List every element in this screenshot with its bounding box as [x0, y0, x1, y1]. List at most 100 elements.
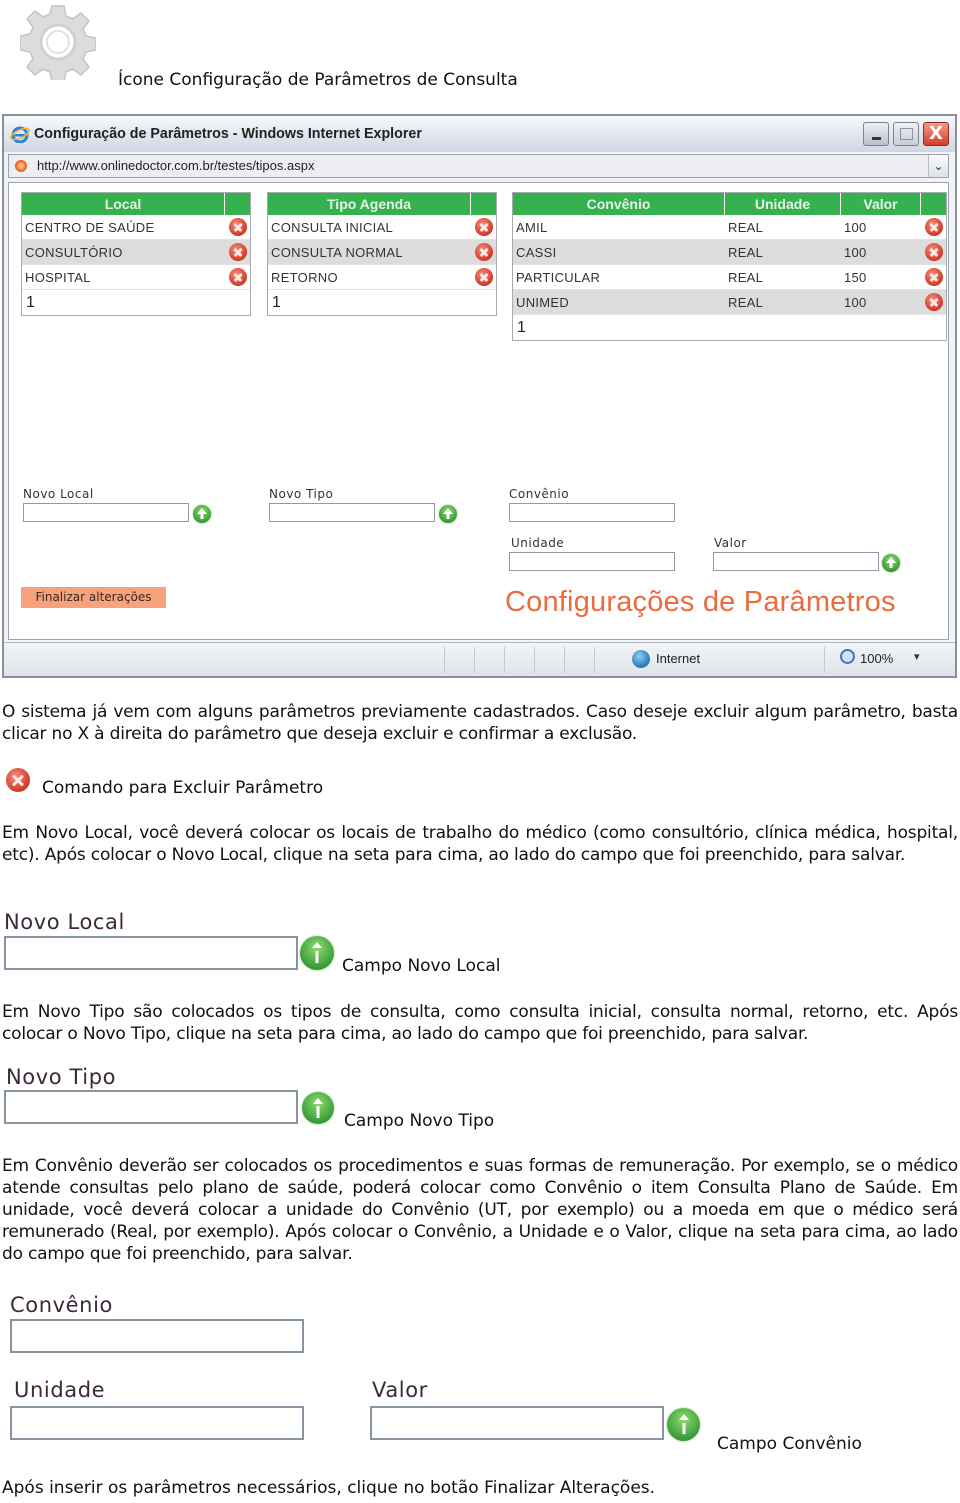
cell-unidade: REAL: [728, 219, 764, 235]
delete-icon[interactable]: [474, 268, 493, 286]
sample-valor-input: [370, 1406, 664, 1440]
valor-label: Valor: [714, 536, 747, 550]
novo-local-label: Novo Local: [23, 487, 94, 501]
cell-convenio: CASSI: [516, 244, 557, 260]
cell-unidade: REAL: [728, 294, 764, 310]
table-row: PARTICULAR REAL 150: [513, 265, 946, 290]
cell-convenio: AMIL: [516, 219, 548, 235]
unidade-input[interactable]: [509, 552, 675, 571]
novo-tipo-caption: Campo Novo Tipo: [344, 1111, 495, 1131]
brand-title: Configurações de Parâmetros: [505, 586, 896, 618]
table-row: HOSPITAL: [22, 265, 250, 290]
browser-window: Configuração de Parâmetros - Windows Int…: [2, 114, 957, 678]
cell-valor: 100: [844, 244, 867, 260]
save-local-arrow-up-icon[interactable]: [193, 505, 211, 523]
convenio-caption: Campo Convênio: [717, 1434, 862, 1454]
cell-convenio: PARTICULAR: [516, 269, 601, 285]
local-grid-header: Local: [22, 193, 250, 215]
paragraph-intro: O sistema já vem com alguns parâmetros p…: [2, 702, 958, 744]
arrow-up-icon: [667, 1408, 700, 1441]
address-url[interactable]: http://www.onlinedoctor.com.br/testes/ti…: [37, 158, 314, 173]
delete-icon[interactable]: [924, 218, 943, 236]
address-bar[interactable]: http://www.onlinedoctor.com.br/testes/ti…: [8, 154, 949, 178]
delete-icon[interactable]: [228, 268, 247, 286]
pager-link[interactable]: 1: [22, 290, 250, 315]
delete-icon[interactable]: [924, 243, 943, 261]
cell-local: CONSULTÓRIO: [25, 244, 123, 260]
save-tipo-arrow-up-icon[interactable]: [439, 505, 457, 523]
delete-icon[interactable]: [474, 218, 493, 236]
tipo-grid-header: Tipo Agenda: [268, 193, 496, 215]
tipo-grid: Tipo Agenda CONSULTA INICIAL CONSULTA NO…: [267, 192, 497, 316]
table-row: AMIL REAL 100: [513, 215, 946, 240]
col-header-tipo[interactable]: Tipo Agenda: [268, 193, 471, 215]
convenio-grid-header: Convênio Unidade Valor: [513, 193, 946, 215]
arrow-up-icon: [302, 1092, 334, 1124]
convenio-input[interactable]: [509, 503, 675, 522]
gear-icon-caption: Ícone Configuração de Parâmetros de Cons…: [118, 70, 518, 90]
cell-unidade: REAL: [728, 244, 764, 260]
col-header-valor[interactable]: Valor: [841, 193, 921, 215]
paragraph-finalize: Após inserir os parâmetros necessários, …: [2, 1478, 656, 1498]
cell-valor: 100: [844, 294, 867, 310]
zoom-dropdown-icon[interactable]: ▾: [914, 650, 920, 663]
paragraph-novo-local: Em Novo Local, você deverá colocar os lo…: [2, 823, 958, 865]
sample-convenio-input: [10, 1319, 304, 1353]
table-row: CENTRO DE SAÚDE: [22, 215, 250, 240]
pager-link[interactable]: 1: [513, 315, 946, 340]
novo-local-caption: Campo Novo Local: [342, 956, 501, 976]
table-row: UNIMED REAL 100: [513, 290, 946, 315]
address-dropdown-button[interactable]: ⌄: [928, 155, 948, 177]
col-header-local[interactable]: Local: [22, 193, 225, 215]
minimize-icon: [872, 137, 881, 140]
cell-convenio: UNIMED: [516, 294, 570, 310]
novo-local-input[interactable]: [23, 503, 189, 522]
close-button[interactable]: X: [923, 122, 949, 146]
delete-icon[interactable]: [228, 218, 247, 236]
internet-globe-icon: [632, 650, 650, 668]
title-bar: Configuração de Parâmetros - Windows Int…: [4, 116, 955, 152]
delete-icon[interactable]: [924, 293, 943, 311]
save-convenio-arrow-up-icon[interactable]: [882, 554, 900, 572]
minimize-button[interactable]: [863, 122, 889, 146]
convenio-grid: Convênio Unidade Valor AMIL REAL 100 CAS…: [512, 192, 947, 341]
col-header-unidade[interactable]: Unidade: [725, 193, 841, 215]
table-row: CONSULTA NORMAL: [268, 240, 496, 265]
novo-tipo-input[interactable]: [269, 503, 435, 522]
sample-convenio-label: Convênio: [10, 1293, 113, 1317]
chevron-down-icon: ⌄: [933, 159, 944, 173]
cell-local: CENTRO DE SAÚDE: [25, 219, 155, 235]
page-content: Local CENTRO DE SAÚDE CONSULTÓRIO HOSPIT…: [8, 182, 949, 640]
valor-input[interactable]: [713, 552, 879, 571]
cell-local: HOSPITAL: [25, 269, 91, 285]
table-row: RETORNO: [268, 265, 496, 290]
maximize-button[interactable]: [893, 122, 919, 146]
maximize-icon: [900, 128, 913, 140]
close-icon: X: [929, 123, 943, 144]
finalize-button[interactable]: Finalizar alterações: [21, 587, 166, 608]
cell-tipo: CONSULTA NORMAL: [271, 244, 403, 260]
col-header-convenio[interactable]: Convênio: [513, 193, 725, 215]
pager-link[interactable]: 1: [268, 290, 496, 315]
delete-icon[interactable]: [228, 243, 247, 261]
paragraph-convenio: Em Convênio deverão ser colocados os pro…: [2, 1156, 958, 1264]
security-zone[interactable]: Internet: [656, 651, 700, 666]
paragraph-novo-tipo: Em Novo Tipo são colocados os tipos de c…: [2, 1002, 958, 1044]
delete-icon[interactable]: [924, 268, 943, 286]
cell-unidade: REAL: [728, 269, 764, 285]
arrow-up-icon: [300, 936, 334, 970]
unidade-label: Unidade: [511, 536, 565, 550]
cell-tipo: CONSULTA INICIAL: [271, 219, 394, 235]
cell-valor: 100: [844, 219, 867, 235]
sample-unidade-input: [10, 1406, 304, 1440]
table-row: CONSULTA INICIAL: [268, 215, 496, 240]
zoom-level[interactable]: 100%: [860, 651, 893, 666]
cell-valor: 150: [844, 269, 867, 285]
delete-icon[interactable]: [474, 243, 493, 261]
zoom-icon: [840, 649, 855, 664]
table-row: CONSULTÓRIO: [22, 240, 250, 265]
sample-novo-local-input: [4, 936, 298, 970]
delete-command-caption: Comando para Excluir Parâmetro: [42, 778, 324, 798]
page-icon: [15, 160, 27, 172]
sample-novo-tipo-label: Novo Tipo: [6, 1065, 117, 1089]
